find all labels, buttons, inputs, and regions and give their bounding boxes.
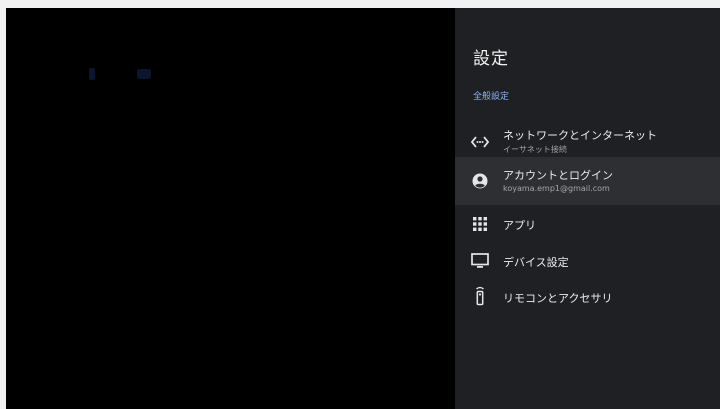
menu-item-apps[interactable]: アプリ xyxy=(455,207,720,241)
panel-title: 設定 xyxy=(473,49,509,69)
account-icon xyxy=(470,171,490,191)
tv-screen: 設定 全般設定 ネットワークとインターネット イーサネット接続 アカウントとログ… xyxy=(6,8,720,409)
menu-item-label: ネットワークとインターネット xyxy=(503,129,657,142)
menu-item-remote[interactable]: リモコンとアクセサリ xyxy=(455,280,720,314)
menu-item-label: アカウントとログイン xyxy=(503,169,613,182)
section-label-general: 全般設定 xyxy=(473,92,510,102)
menu-item-label: デバイス設定 xyxy=(503,256,569,269)
menu-item-sublabel: イーサネット接続 xyxy=(503,145,567,154)
menu-item-label: アプリ xyxy=(503,219,536,232)
ethernet-icon xyxy=(470,132,490,152)
display-icon xyxy=(470,251,490,271)
menu-item-device[interactable]: デバイス設定 xyxy=(455,244,720,278)
settings-panel: 設定 全般設定 ネットワークとインターネット イーサネット接続 アカウントとログ… xyxy=(455,8,720,409)
background-home-screen xyxy=(6,8,455,409)
apps-grid-icon xyxy=(470,214,490,234)
menu-item-label: リモコンとアクセサリ xyxy=(503,292,613,305)
menu-item-sublabel: koyama.emp1@gmail.com xyxy=(503,184,610,193)
remote-icon xyxy=(470,286,490,306)
menu-item-account[interactable]: アカウントとログイン koyama.emp1@gmail.com xyxy=(455,157,720,205)
